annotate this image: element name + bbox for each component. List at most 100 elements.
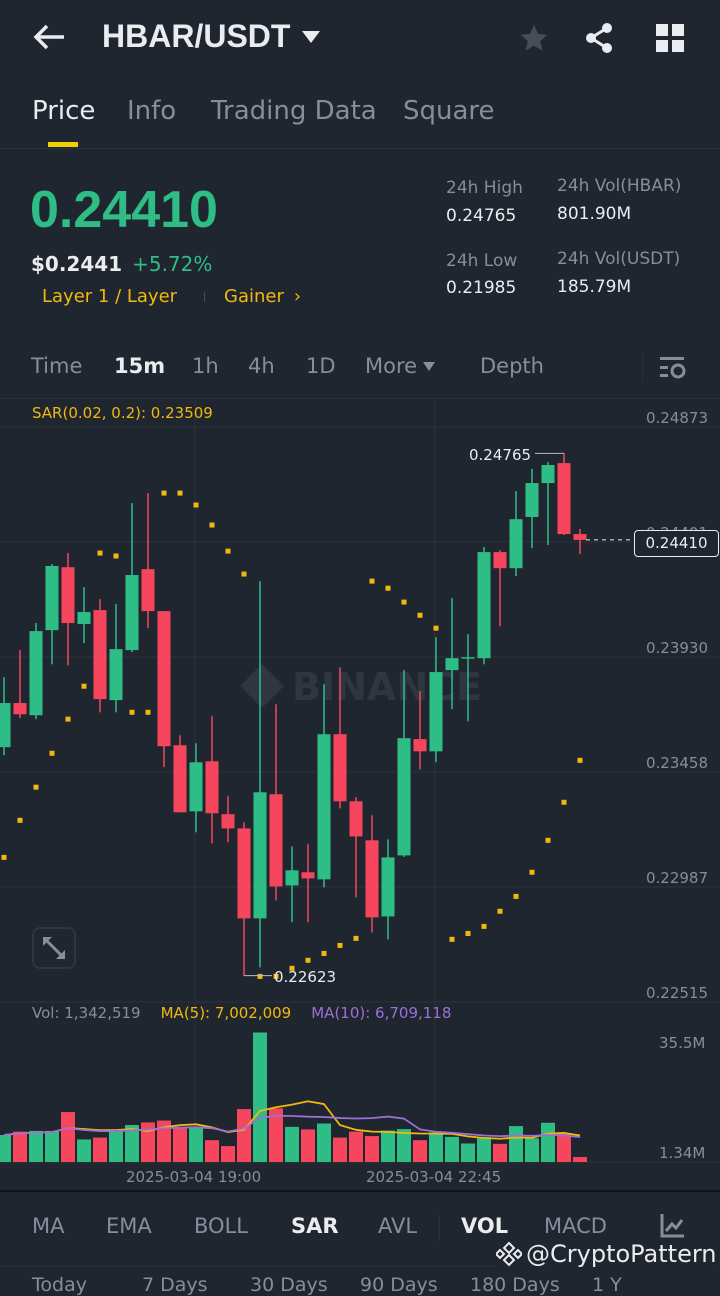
indicator-macd[interactable]: MACD	[544, 1214, 607, 1238]
price-axis-label: 0.23458	[646, 754, 708, 772]
volume-bar	[237, 1109, 251, 1162]
indicator-boll[interactable]: BOLL	[194, 1214, 248, 1238]
volume-bar	[173, 1126, 187, 1162]
volume-bar	[445, 1136, 459, 1162]
candle-body	[461, 657, 475, 659]
sar-dot	[448, 935, 456, 943]
price-axis-label: 0.23930	[646, 639, 708, 657]
volume-bar	[285, 1126, 299, 1162]
volume-bar	[205, 1140, 219, 1162]
candle-body	[125, 575, 139, 651]
volume-bar	[253, 1032, 267, 1162]
sar-dot	[48, 749, 56, 757]
volume-bar	[317, 1123, 331, 1162]
sar-dot	[544, 836, 552, 844]
sar-dot	[208, 521, 216, 529]
candle-body	[285, 870, 299, 886]
candle-body	[141, 569, 155, 612]
candle-body	[365, 840, 379, 918]
indicator-vol[interactable]: VOL	[461, 1214, 508, 1238]
sar-dot	[96, 549, 104, 557]
candle-body	[413, 739, 427, 752]
volume-bar	[365, 1136, 379, 1162]
sar-dot	[336, 941, 344, 949]
candle-body	[381, 857, 395, 917]
indicator-sar[interactable]: SAR	[291, 1214, 339, 1238]
volume-bar	[493, 1143, 507, 1162]
volume-bar	[333, 1137, 347, 1162]
expand-icon	[43, 937, 65, 959]
binance-logo-icon	[496, 1241, 522, 1267]
candle-body	[333, 734, 347, 802]
volume-bar	[381, 1130, 395, 1162]
sar-dot	[240, 570, 248, 578]
fullscreen-button[interactable]	[32, 927, 76, 969]
sar-dot	[320, 949, 328, 957]
volume-bar	[61, 1112, 75, 1162]
sar-dot	[560, 798, 568, 806]
low-marker-label: 0.22623	[274, 968, 337, 986]
watermark: @CryptoPattern	[496, 1240, 717, 1268]
volume-bar	[413, 1140, 427, 1162]
volume-bar	[189, 1126, 203, 1162]
volume-bar	[29, 1130, 43, 1162]
candle-body	[29, 631, 43, 716]
sar-dot	[64, 715, 72, 723]
candle-body	[77, 612, 91, 625]
price-axis-label: 0.22987	[646, 869, 708, 887]
volume-bar	[461, 1143, 475, 1162]
sar-dot	[224, 547, 232, 555]
current-price-tag[interactable]: 0.24410	[634, 530, 719, 557]
volume-axis-max: 35.5M	[659, 1034, 706, 1052]
price-axis-label: 0.22515	[646, 984, 708, 1002]
sar-dot	[416, 611, 424, 619]
candle-body	[13, 703, 27, 715]
indicator-settings-button[interactable]	[660, 1214, 684, 1242]
volume-bar	[13, 1131, 27, 1162]
candle-body	[445, 658, 459, 671]
volume-label: Vol: 1,342,519	[32, 1004, 141, 1022]
sar-dot	[496, 907, 504, 915]
period-7d[interactable]: 7 Days	[142, 1274, 208, 1296]
candle-body	[573, 534, 587, 540]
x-axis-label: 2025-03-04 19:00	[126, 1168, 262, 1186]
sar-dot	[160, 489, 168, 497]
candle-body	[493, 552, 507, 569]
period-30d[interactable]: 30 Days	[250, 1274, 328, 1296]
volume-bar	[301, 1129, 315, 1162]
current-price-value: 0.24410	[645, 534, 708, 552]
candle-body	[109, 649, 123, 701]
sar-dot	[112, 552, 120, 560]
indicator-avl[interactable]: AVL	[378, 1214, 417, 1238]
candle-body	[237, 828, 251, 919]
volume-bar	[0, 1134, 11, 1162]
candle-body	[93, 610, 107, 700]
sar-dot	[32, 783, 40, 791]
sar-dot	[368, 577, 376, 585]
sar-dot	[16, 816, 24, 824]
period-today[interactable]: Today	[32, 1274, 87, 1296]
sar-dot	[0, 853, 8, 861]
candle-body	[0, 703, 11, 748]
candle-body	[477, 552, 491, 659]
volume-bar	[541, 1122, 555, 1162]
period-90d[interactable]: 90 Days	[360, 1274, 438, 1296]
candle-body	[173, 745, 187, 813]
candle-body	[349, 801, 363, 837]
candle-body	[269, 794, 283, 887]
x-axis-label: 2025-03-04 22:45	[366, 1168, 502, 1186]
period-1y[interactable]: 1 Y	[592, 1274, 622, 1296]
candle-body	[557, 463, 571, 535]
volume-bar	[509, 1126, 523, 1162]
divider	[439, 1214, 440, 1242]
period-180d[interactable]: 180 Days	[470, 1274, 560, 1296]
watermark-text: @CryptoPattern	[526, 1240, 717, 1268]
sar-dot	[512, 892, 520, 900]
candle-body	[301, 872, 315, 879]
indicator-ma[interactable]: MA	[32, 1214, 64, 1238]
candle-body	[221, 814, 235, 829]
indicator-ema[interactable]: EMA	[106, 1214, 152, 1238]
volume-bar	[349, 1131, 363, 1162]
chart-line-icon	[660, 1214, 684, 1238]
candle-body	[397, 738, 411, 856]
